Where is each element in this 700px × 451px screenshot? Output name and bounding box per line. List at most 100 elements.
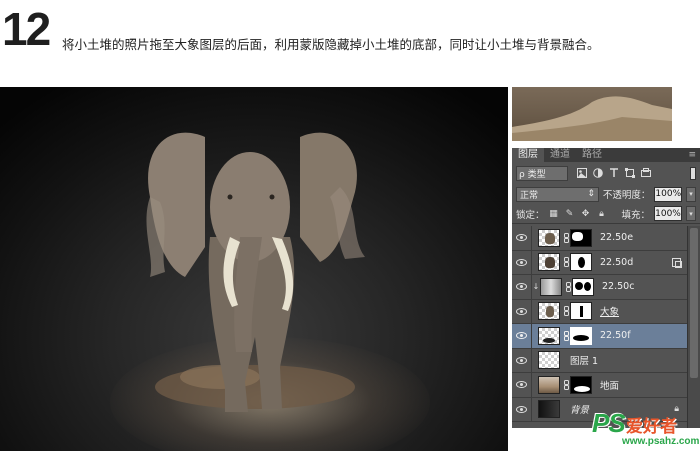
- lock-icons: ▦ ✎ ✥ 🔒︎: [549, 209, 607, 219]
- layer-thumbnail-content: [545, 232, 555, 244]
- chevron-down-icon: ⇕: [587, 189, 595, 199]
- eye-icon[interactable]: [512, 250, 532, 274]
- panel-tabs: 图层 通道 路径 ≡: [512, 148, 700, 162]
- tab-paths[interactable]: 路径: [576, 148, 608, 162]
- eye-icon[interactable]: [512, 397, 532, 421]
- filter-row: ρ 类型: [512, 162, 700, 184]
- pixel-filter-icon[interactable]: [576, 168, 587, 179]
- link-icon: [562, 306, 570, 317]
- tab-layers[interactable]: 图层: [512, 148, 544, 162]
- lock-transparency-icon[interactable]: ▦: [549, 209, 559, 219]
- scrollbar-thumb[interactable]: [690, 228, 698, 378]
- dirt-mound-thumbnail: [512, 87, 672, 141]
- layer-thumbnail: [538, 228, 560, 247]
- layer-name: 地面: [600, 380, 620, 392]
- smart-filter-icon[interactable]: [640, 168, 651, 179]
- layer-row-layer-1[interactable]: 图层 1: [512, 348, 687, 373]
- eye-icon[interactable]: [512, 348, 532, 372]
- layer-thumbnail: [540, 277, 562, 296]
- link-icon: [562, 232, 570, 243]
- opacity-dropdown-icon[interactable]: ▾: [686, 186, 696, 202]
- lock-row: 锁定： ▦ ✎ ✥ 🔒︎ 填充： 100% ▾: [512, 204, 700, 224]
- eye-icon[interactable]: [512, 324, 532, 348]
- layer-thumbnail: [538, 253, 560, 272]
- layers-panel: 图层 通道 路径 ≡ ρ 类型 正常 ⇕ 不透明度： 100% ▾ 锁定： ▦ …: [512, 148, 700, 428]
- layer-mask-thumbnail[interactable]: [570, 375, 592, 394]
- layer-row-22-50e[interactable]: 22.50e: [512, 226, 687, 251]
- adjustment-filter-icon[interactable]: [592, 168, 603, 179]
- layer-row-22-50f[interactable]: 22.50f: [512, 324, 687, 349]
- mask-shape: [578, 257, 585, 269]
- filter-icons: [576, 168, 651, 179]
- fill-input[interactable]: 100%: [654, 206, 682, 221]
- blend-mode-select[interactable]: 正常 ⇕: [516, 186, 599, 202]
- watermark: PS 爱好者 www.psahz.com: [592, 408, 700, 451]
- filter-toggle[interactable]: [690, 166, 696, 180]
- layer-name: 大象: [600, 307, 620, 319]
- eye-icon[interactable]: [512, 275, 532, 299]
- blend-row: 正常 ⇕ 不透明度： 100% ▾: [512, 184, 700, 204]
- type-filter-icon[interactable]: [608, 168, 619, 179]
- opacity-label: 不透明度：: [602, 190, 651, 201]
- layers-list: 22.50e 22.50d ↓ 22.50c 大象 22.50f 图层 1 地面…: [512, 226, 687, 422]
- layer-name: 背景: [570, 405, 590, 417]
- lock-image-icon[interactable]: ✎: [565, 209, 575, 219]
- eye-icon[interactable]: [512, 299, 532, 323]
- mask-shape: [572, 231, 583, 241]
- layer-mask-thumbnail[interactable]: [570, 228, 592, 247]
- layer-thumbnail-content: [545, 257, 555, 269]
- layer-row-22-50d[interactable]: 22.50d: [512, 250, 687, 275]
- watermark-logo: PS: [592, 408, 626, 438]
- layer-thumbnail: [538, 375, 560, 394]
- eye-icon[interactable]: [512, 226, 532, 250]
- layer-thumbnail: [538, 302, 560, 321]
- lock-all-icon[interactable]: 🔒︎: [597, 209, 607, 219]
- link-icon: [564, 281, 572, 292]
- shape-filter-icon[interactable]: [624, 168, 635, 179]
- elephant-illustration: [146, 132, 365, 412]
- fill-dropdown-icon[interactable]: ▾: [686, 206, 696, 221]
- layer-mask-thumbnail[interactable]: [570, 302, 592, 321]
- layer-row-ground[interactable]: 地面: [512, 373, 687, 398]
- mask-shape: [573, 334, 589, 341]
- lock-label: 锁定：: [516, 209, 545, 221]
- watermark-title: 爱好者: [626, 417, 677, 437]
- watermark-url: www.psahz.com: [622, 436, 700, 447]
- layer-mask-thumbnail[interactable]: [572, 277, 594, 296]
- layer-name: 22.50f: [600, 330, 631, 342]
- layer-thumbnail: [538, 351, 560, 370]
- link-icon: [562, 257, 570, 268]
- link-icon: [562, 379, 570, 390]
- step-caption: 将小土堆的照片拖至大象图层的后面，利用蒙版隐藏掉小土堆的底部，同时让小土堆与背景…: [62, 37, 600, 52]
- clipping-arrow-icon: ↓: [532, 282, 540, 292]
- panel-menu-icon[interactable]: ≡: [688, 150, 696, 160]
- layer-name: 22.50d: [600, 256, 634, 268]
- layer-mask-thumbnail[interactable]: [570, 326, 592, 345]
- mask-shape: [584, 281, 591, 291]
- smart-object-icon: [672, 257, 682, 268]
- layer-row-22-50c[interactable]: ↓ 22.50c: [512, 275, 687, 300]
- blend-mode-value: 正常: [520, 190, 539, 201]
- opacity-input[interactable]: 100%: [654, 186, 683, 202]
- step-number: 12: [2, 3, 51, 55]
- layers-scrollbar[interactable]: [687, 226, 700, 428]
- mask-shape: [574, 385, 590, 392]
- layer-name: 图层 1: [570, 356, 599, 368]
- layer-name: 22.50c: [602, 281, 635, 293]
- layer-thumbnail: [538, 400, 560, 419]
- mask-shape: [580, 306, 583, 318]
- layer-thumbnail: [538, 326, 560, 345]
- link-icon: [562, 330, 570, 341]
- layer-mask-thumbnail[interactable]: [570, 253, 592, 272]
- fill-label: 填充：: [621, 209, 650, 221]
- filter-kind-select[interactable]: ρ 类型: [516, 165, 568, 181]
- dirt-mound-image: [512, 96, 672, 141]
- layer-name: 22.50e: [600, 232, 634, 244]
- elephant-photo: [0, 87, 508, 451]
- tab-channels[interactable]: 通道: [544, 148, 576, 162]
- lock-position-icon[interactable]: ✥: [581, 209, 591, 219]
- mask-shape: [575, 281, 583, 290]
- eye-icon[interactable]: [512, 373, 532, 397]
- layer-thumbnail-content: [546, 306, 554, 318]
- layer-row-elephant[interactable]: 大象: [512, 299, 687, 324]
